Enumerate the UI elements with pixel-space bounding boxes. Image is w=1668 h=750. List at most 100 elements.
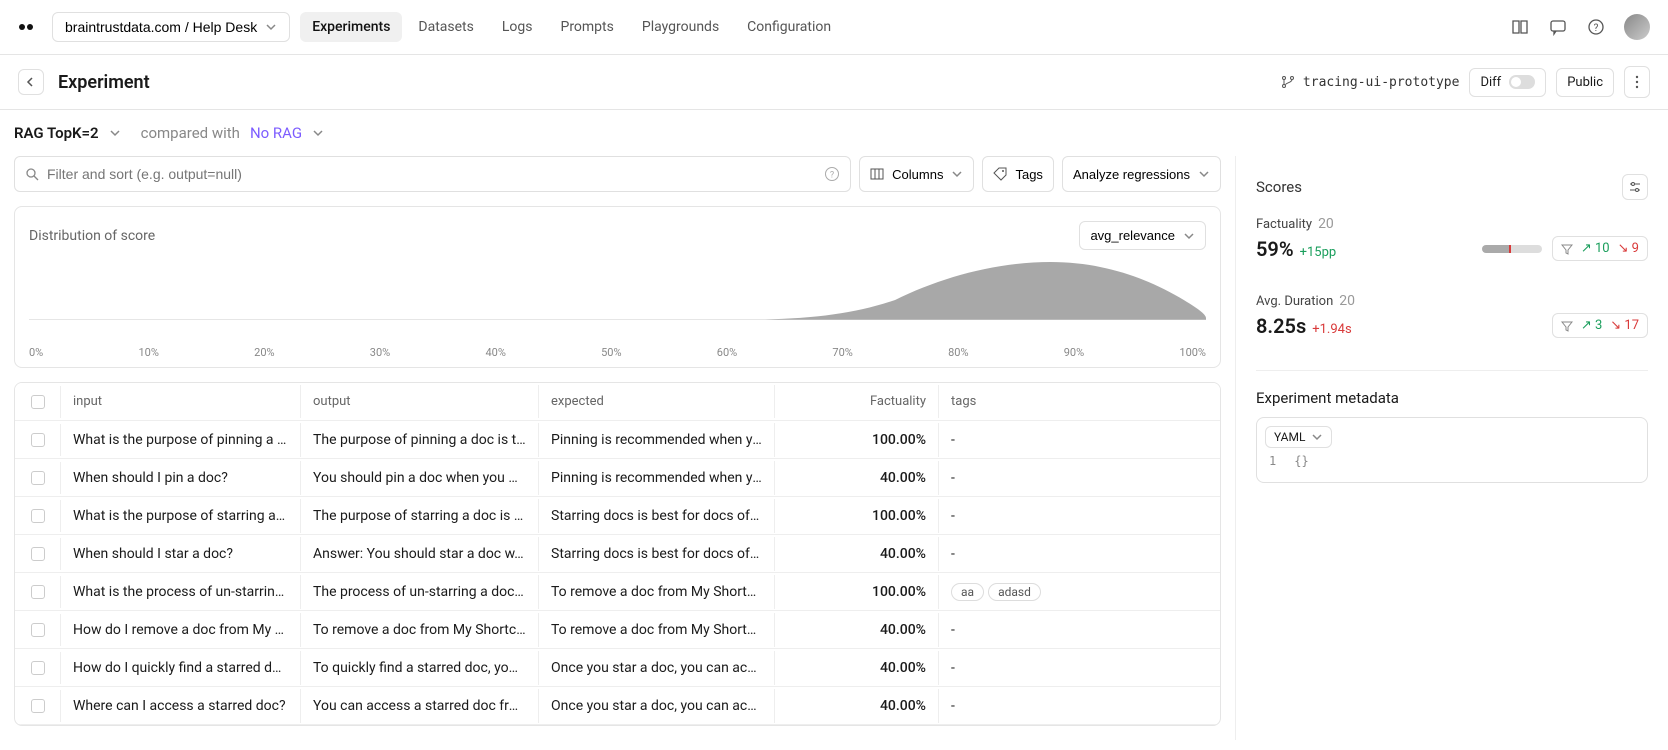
analyze-label: Analyze regressions [1073,167,1190,182]
table-row[interactable]: What is the process of un-starrin…The pr… [15,573,1220,611]
score-value: 8.25s [1256,314,1306,338]
table-row[interactable]: When should I pin a doc?You should pin a… [15,459,1220,497]
col-input[interactable]: input [61,385,301,418]
metadata-line-no: 1 [1269,454,1276,468]
cell-input: What is the purpose of pinning a … [61,423,301,457]
table-row[interactable]: What is the purpose of starring a…The pu… [15,497,1220,535]
axis-tick: 100% [1179,346,1206,359]
tags-label: Tags [1015,167,1042,182]
cell-input: When should I star a doc? [61,537,301,571]
cell-factuality: 40.00% [775,461,939,495]
cell-factuality: 40.00% [775,651,939,685]
chevron-down-icon[interactable] [312,127,324,139]
col-factuality[interactable]: Factuality [775,385,939,418]
chevron-down-icon[interactable] [109,127,121,139]
cell-input: How do I remove a doc from My … [61,613,301,647]
score-filter-chip[interactable]: ↗ 10 ↘ 9 [1552,236,1648,261]
chevron-down-icon [951,168,963,180]
cell-output: Answer: You should star a doc w… [301,537,539,571]
axis-tick: 10% [138,346,158,359]
metadata-content: {} [1294,454,1308,468]
branch-name: tracing-ui-prototype [1303,75,1460,90]
search-input[interactable] [47,166,816,182]
regressions-count: ↘ 9 [1618,241,1639,256]
improvements-count: ↗ 10 [1581,241,1610,256]
select-all-checkbox[interactable] [31,395,45,409]
row-checkbox[interactable] [31,661,45,675]
cell-expected: Starring docs is best for docs of … [539,499,775,533]
score-delta: +15pp [1300,245,1337,260]
back-button[interactable] [18,69,44,95]
row-checkbox[interactable] [31,699,45,713]
row-checkbox[interactable] [31,585,45,599]
page-title: Experiment [58,72,150,93]
branch-label[interactable]: tracing-ui-prototype [1281,75,1460,90]
cell-output: You should pin a doc when you … [301,461,539,495]
distribution-metric-select[interactable]: avg_relevance [1079,221,1206,250]
col-output[interactable]: output [301,385,539,418]
nav-tab-logs[interactable]: Logs [490,12,545,42]
cell-factuality: 40.00% [775,537,939,571]
cell-tags: - [939,423,1220,457]
nav-tab-playgrounds[interactable]: Playgrounds [630,12,731,42]
cell-expected: Once you star a doc, you can acc… [539,689,775,723]
breadcrumb-dropdown[interactable]: braintrustdata.com / Help Desk [52,12,290,42]
metadata-format-select[interactable]: YAML [1265,426,1332,448]
score-label: Factuality [1256,217,1312,232]
columns-button[interactable]: Columns [859,156,974,192]
cell-expected: Pinning is recommended when yo… [539,423,775,457]
table-row[interactable]: When should I star a doc?Answer: You sho… [15,535,1220,573]
help-icon[interactable]: ? [824,166,840,182]
filter-icon [1561,320,1573,332]
logo-icon [18,19,34,35]
analyze-regressions-button[interactable]: Analyze regressions [1062,156,1221,192]
row-checkbox[interactable] [31,433,45,447]
diff-toggle[interactable]: Diff [1469,68,1546,97]
cell-expected: Pinning is recommended when yo… [539,461,775,495]
cell-input: What is the process of un-starrin… [61,575,301,609]
svg-text:?: ? [830,171,834,181]
axis-tick: 70% [832,346,852,359]
score-filter-chip[interactable]: ↗ 3 ↘ 17 [1552,313,1648,338]
table-row[interactable]: Where can I access a starred doc?You can… [15,687,1220,725]
book-icon[interactable] [1510,17,1530,37]
table-row[interactable]: How do I quickly find a starred d…To qui… [15,649,1220,687]
chat-icon[interactable] [1548,17,1568,37]
git-branch-icon [1281,75,1295,89]
baseline-name[interactable]: No RAG [250,124,302,142]
nav-tab-configuration[interactable]: Configuration [735,12,843,42]
table-header: input output expected Factuality tags [15,383,1220,421]
tag-chip[interactable]: aa [951,583,984,601]
table-row[interactable]: How do I remove a doc from My …To remove… [15,611,1220,649]
svg-text:?: ? [1594,23,1599,34]
tags-button[interactable]: Tags [982,156,1053,192]
row-checkbox[interactable] [31,509,45,523]
improvements-count: ↗ 3 [1581,318,1602,333]
cell-expected: To remove a doc from My Shortc… [539,575,775,609]
avatar[interactable] [1624,14,1650,40]
row-checkbox[interactable] [31,547,45,561]
public-button[interactable]: Public [1556,68,1614,97]
help-icon[interactable]: ? [1586,17,1606,37]
cell-output: You can access a starred doc fro… [301,689,539,723]
cell-tags: - [939,689,1220,723]
col-expected[interactable]: expected [539,385,775,418]
regressions-count: ↘ 17 [1610,318,1639,333]
more-menu-button[interactable] [1624,66,1650,98]
compared-label: compared with [141,124,240,142]
row-checkbox[interactable] [31,471,45,485]
cell-output: The purpose of starring a doc is … [301,499,539,533]
row-checkbox[interactable] [31,623,45,637]
score-block: Avg. Duration208.25s+1.94s↗ 3↘ 17 [1256,293,1648,352]
score-value: 59% [1256,237,1294,261]
nav-tab-experiments[interactable]: Experiments [300,12,402,42]
nav-tab-datasets[interactable]: Datasets [406,12,485,42]
scores-settings-button[interactable] [1622,174,1648,200]
cell-factuality: 40.00% [775,613,939,647]
tag-chip[interactable]: adasd [988,583,1041,601]
col-tags[interactable]: tags [939,385,1220,418]
nav-tab-prompts[interactable]: Prompts [548,12,625,42]
cell-tags: - [939,651,1220,685]
table-row[interactable]: What is the purpose of pinning a …The pu… [15,421,1220,459]
axis-tick: 90% [1064,346,1084,359]
